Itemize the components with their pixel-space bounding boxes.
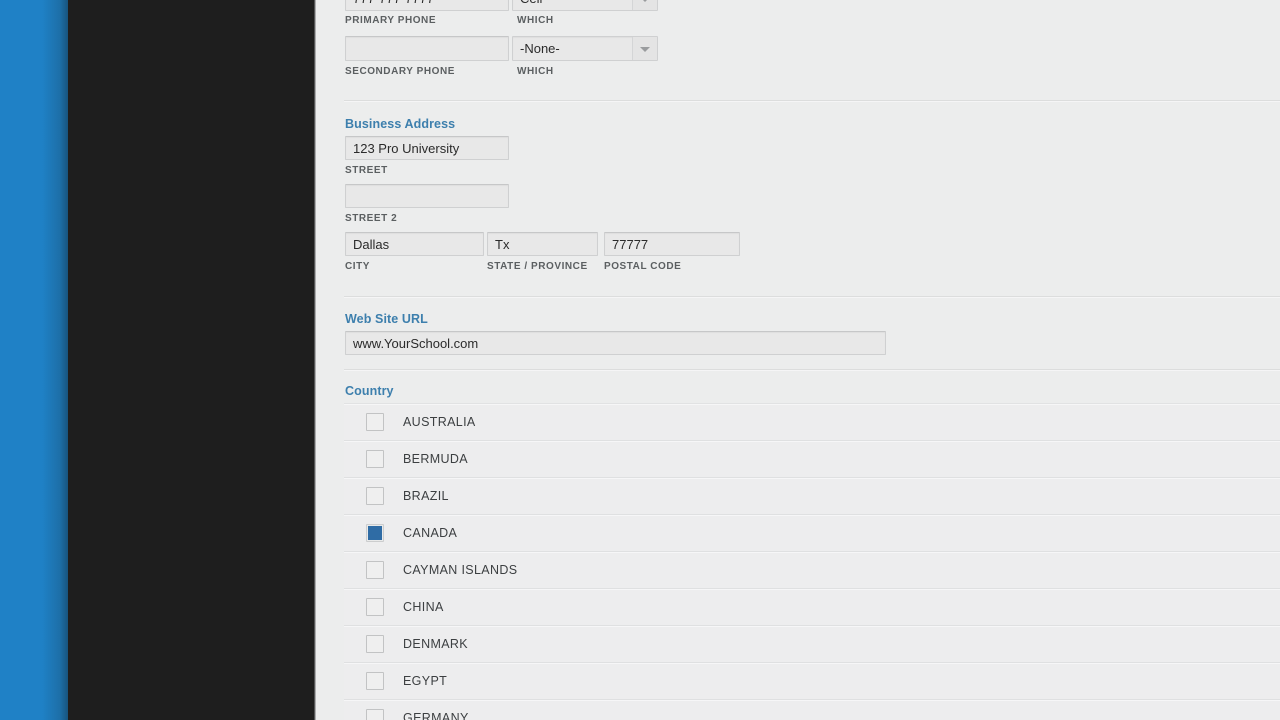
secondary-phone-which-value: -None- xyxy=(520,41,560,56)
checkbox-icon[interactable] xyxy=(366,672,384,690)
country-label: CANADA xyxy=(403,526,458,540)
app-window: 777-777-7777 PRIMARY PHONE Cell WHICH SE… xyxy=(0,0,1280,720)
country-row[interactable]: BERMUDA xyxy=(344,440,1280,477)
country-label: EGYPT xyxy=(403,674,448,688)
country-row[interactable]: BRAZIL xyxy=(344,477,1280,514)
country-row[interactable]: CANADA xyxy=(344,514,1280,551)
primary-phone-input[interactable]: 777-777-7777 xyxy=(345,0,509,11)
country-row[interactable]: AUSTRALIA xyxy=(344,403,1280,440)
country-label: AUSTRALIA xyxy=(403,415,476,429)
checkbox-checked-icon[interactable] xyxy=(366,524,384,542)
website-url-input[interactable]: www.YourSchool.com xyxy=(345,331,886,355)
secondary-phone-which-select[interactable]: -None- xyxy=(512,36,658,61)
state-label: STATE / PROVINCE xyxy=(487,261,588,272)
primary-phone-which-label: WHICH xyxy=(517,15,554,26)
primary-phone-which-value: Cell xyxy=(520,0,629,10)
chevron-down-icon[interactable] xyxy=(632,0,657,10)
primary-phone-label: PRIMARY PHONE xyxy=(345,15,437,26)
country-label: GERMANY xyxy=(403,711,469,720)
country-label: DENMARK xyxy=(403,637,468,651)
country-row[interactable]: GERMANY xyxy=(344,699,1280,720)
checkbox-icon[interactable] xyxy=(366,413,384,431)
divider-business-address xyxy=(344,100,1280,101)
secondary-phone-which-label: WHICH xyxy=(517,66,554,77)
divider-website xyxy=(344,296,1280,297)
checkbox-icon[interactable] xyxy=(366,487,384,505)
city-input[interactable]: Dallas xyxy=(345,232,484,256)
checkbox-icon[interactable] xyxy=(366,709,384,720)
country-label: BRAZIL xyxy=(403,489,449,503)
country-label: CAYMAN ISLANDS xyxy=(403,563,518,577)
country-heading: Country xyxy=(345,384,394,398)
postal-code-label: POSTAL CODE xyxy=(604,261,682,272)
country-row[interactable]: CAYMAN ISLANDS xyxy=(344,551,1280,588)
postal-code-input[interactable]: 77777 xyxy=(604,232,740,256)
left-blue-rail xyxy=(0,0,68,720)
secondary-phone-label: SECONDARY PHONE xyxy=(345,66,455,77)
country-label: BERMUDA xyxy=(403,452,468,466)
checkbox-icon[interactable] xyxy=(366,450,384,468)
secondary-phone-input[interactable] xyxy=(345,36,509,61)
divider-country xyxy=(344,369,1280,370)
website-heading: Web Site URL xyxy=(345,312,428,326)
country-checkbox-list: AUSTRALIA BERMUDA BRAZIL CANADA CAYMAN ISLAN… xyxy=(344,403,1280,720)
street2-label: STREET 2 xyxy=(345,213,398,224)
checkbox-icon[interactable] xyxy=(366,561,384,579)
checkbox-icon[interactable] xyxy=(366,635,384,653)
chevron-down-icon[interactable] xyxy=(632,37,657,60)
state-input[interactable]: Tx xyxy=(487,232,598,256)
primary-phone-which-select[interactable]: Cell xyxy=(512,0,658,11)
country-label: CHINA xyxy=(403,600,444,614)
country-row[interactable]: CHINA xyxy=(344,588,1280,625)
checkbox-icon[interactable] xyxy=(366,598,384,616)
country-row[interactable]: DENMARK xyxy=(344,625,1280,662)
left-dark-panel xyxy=(68,0,316,720)
street-input[interactable]: 123 Pro University xyxy=(345,136,509,160)
street2-input[interactable] xyxy=(345,184,509,208)
form-content-pane: 777-777-7777 PRIMARY PHONE Cell WHICH SE… xyxy=(316,0,1280,720)
business-address-heading: Business Address xyxy=(345,117,456,131)
city-label: CITY xyxy=(345,261,370,272)
country-row[interactable]: EGYPT xyxy=(344,662,1280,699)
street-label: STREET xyxy=(345,165,388,176)
